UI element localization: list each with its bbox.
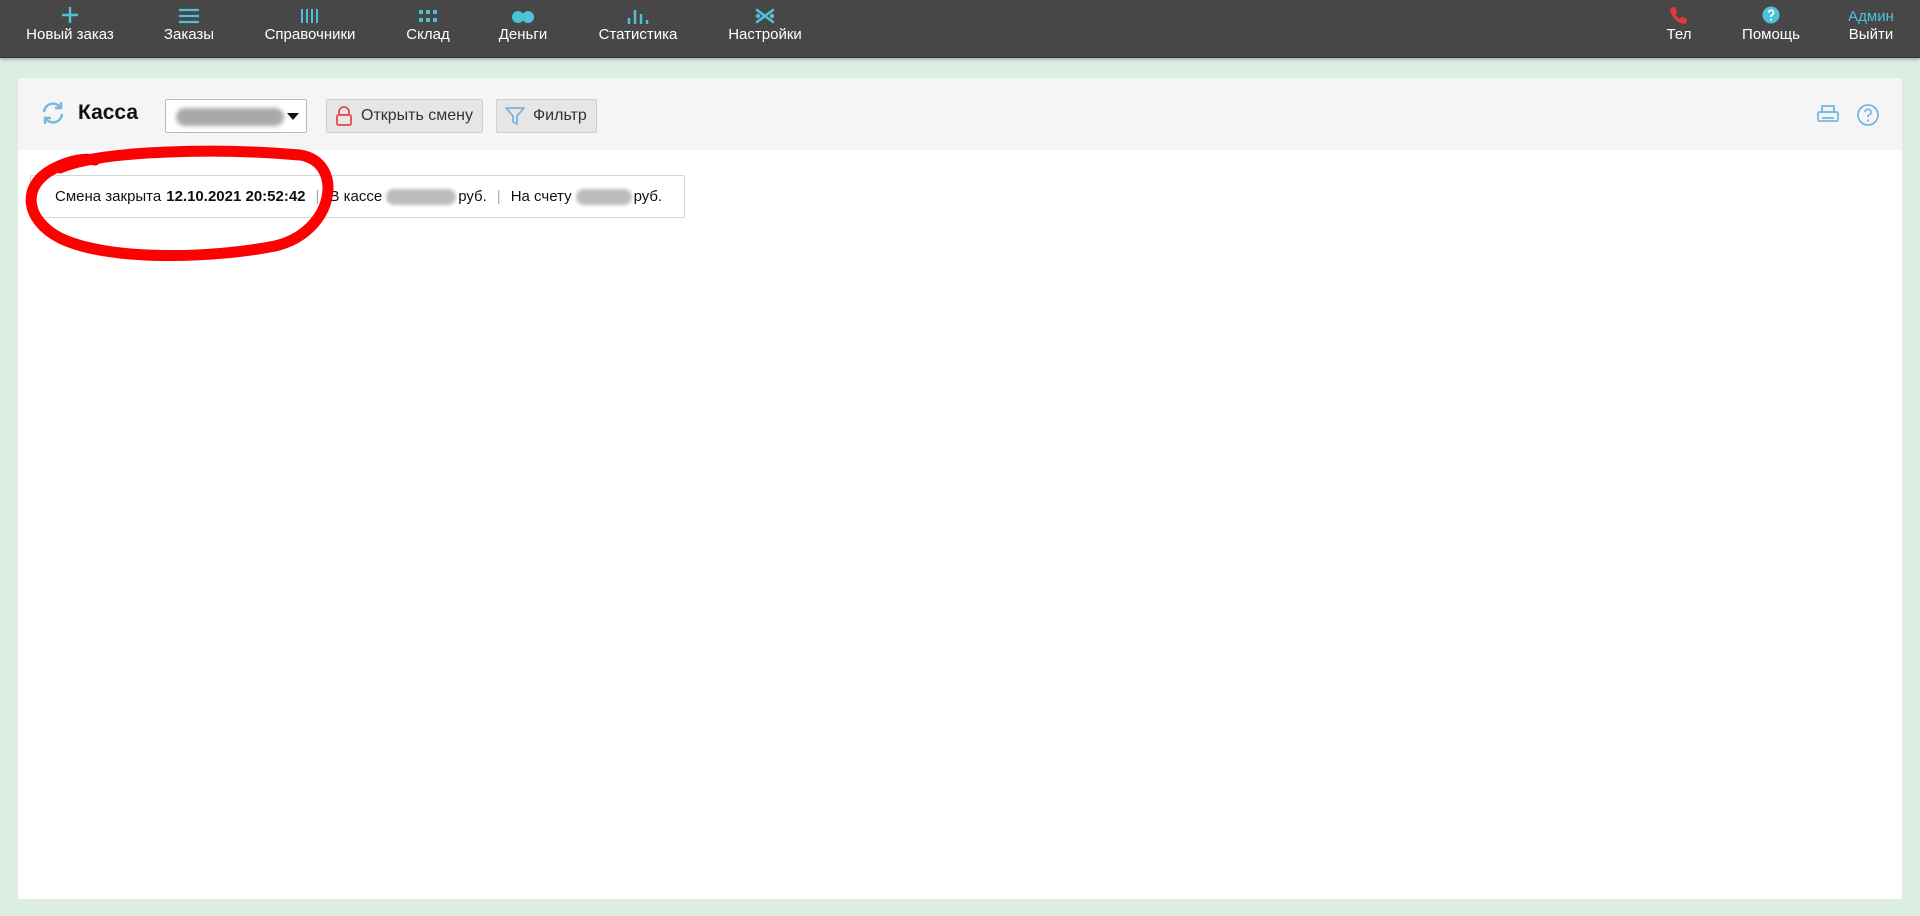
account-label: На счету	[510, 188, 572, 205]
list-icon	[179, 8, 199, 24]
nav-statistics[interactable]: Статистика	[596, 0, 680, 58]
filter-label: Фильтр	[533, 107, 587, 124]
nav-money[interactable]: Деньги	[496, 0, 550, 58]
redacted-cashbox-name	[176, 108, 284, 126]
nav-warehouse[interactable]: Склад	[404, 0, 452, 58]
account-unit: руб.	[633, 188, 663, 205]
coins-icon	[512, 11, 534, 23]
chevron-down-icon	[287, 113, 299, 120]
cash-panel: Касса Открыть смену Фильтр Смена закрыта…	[18, 78, 1902, 899]
cash-unit: руб.	[458, 188, 487, 205]
nav-warehouse-label: Склад	[406, 26, 450, 43]
grid-icon	[419, 10, 437, 22]
shift-state-label: Смена закрыта	[55, 188, 162, 205]
nav-new-order-label: Новый заказ	[26, 26, 114, 43]
lock-icon	[336, 106, 352, 126]
nav-money-label: Деньги	[498, 26, 548, 43]
nav-orders[interactable]: Заказы	[160, 0, 218, 58]
phone-icon	[1670, 7, 1687, 24]
top-navbar: Новый заказ Заказы Справочники Склад Ден…	[0, 0, 1920, 58]
nav-help[interactable]: Помощь	[1740, 0, 1802, 58]
filter-button[interactable]: Фильтр	[496, 99, 597, 133]
columns-icon	[301, 9, 318, 23]
bar-chart-icon	[627, 10, 649, 24]
logout-link[interactable]: Выйти	[1849, 26, 1893, 44]
refresh-icon[interactable]	[40, 100, 66, 126]
nav-settings-label: Настройки	[728, 26, 802, 43]
nav-user-logout[interactable]: Админ Выйти	[1846, 0, 1896, 58]
tools-icon	[755, 8, 775, 24]
open-shift-button[interactable]: Открыть смену	[326, 99, 484, 133]
help-circle-icon	[1762, 6, 1780, 24]
nav-phone[interactable]: Тел	[1664, 0, 1694, 58]
nav-directories[interactable]: Справочники	[262, 0, 358, 58]
nav-help-label: Помощь	[1742, 26, 1800, 43]
printer-icon[interactable]	[1816, 103, 1840, 127]
nav-orders-label: Заказы	[163, 26, 215, 43]
user-name[interactable]: Админ	[1848, 8, 1894, 26]
nav-new-order[interactable]: Новый заказ	[24, 0, 116, 58]
cashbox-select[interactable]	[165, 99, 307, 133]
panel-header: Касса Открыть смену Фильтр	[18, 78, 1902, 150]
funnel-icon	[505, 107, 525, 125]
shift-datetime: 12.10.2021 20:52:42	[166, 188, 306, 205]
cash-label: В кассе	[329, 188, 383, 205]
nav-settings[interactable]: Настройки	[726, 0, 804, 58]
redacted-account-amount	[575, 188, 632, 205]
separator: |	[315, 188, 320, 205]
separator: |	[496, 188, 501, 205]
nav-directories-label: Справочники	[264, 26, 356, 43]
question-icon[interactable]	[1856, 103, 1880, 127]
nav-phone-label: Тел	[1666, 26, 1692, 43]
shift-status-bar: Смена закрыта 12.10.2021 20:52:42 | В ка…	[30, 175, 685, 218]
page-title: Касса	[78, 101, 139, 124]
open-shift-label: Открыть смену	[361, 107, 474, 124]
plus-icon	[62, 7, 78, 23]
redacted-cash-amount	[386, 188, 457, 205]
nav-statistics-label: Статистика	[598, 26, 678, 43]
